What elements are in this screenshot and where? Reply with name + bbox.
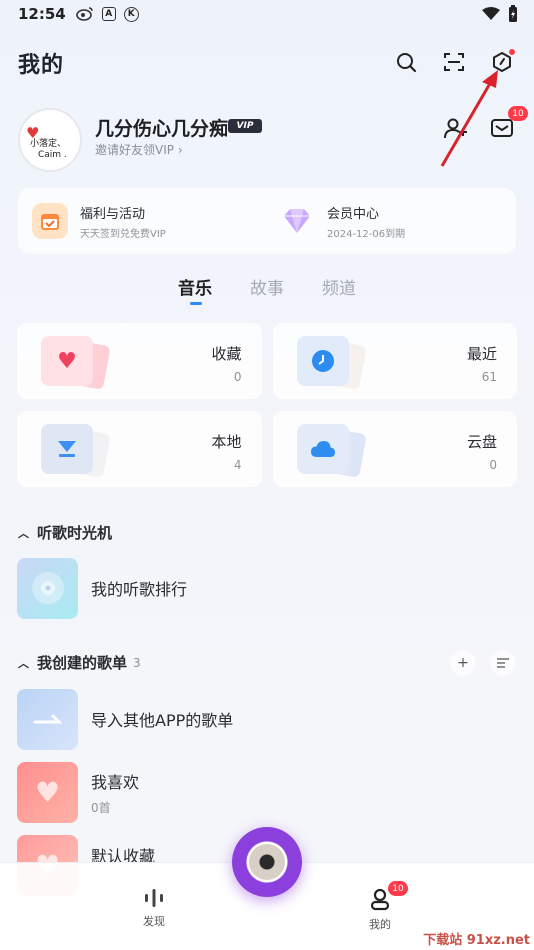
- status-time: 12:54: [18, 5, 66, 23]
- add-playlist-button[interactable]: +: [450, 650, 476, 676]
- app-k-icon: K: [123, 6, 139, 22]
- nav-mine[interactable]: 10 我的: [350, 881, 410, 932]
- playlists-title: 我创建的歌单: [37, 654, 128, 672]
- chevron-up-icon: ︿: [18, 656, 29, 670]
- tab-stories[interactable]: 故事: [250, 274, 284, 299]
- app-a-icon: A: [101, 7, 116, 21]
- import-icon: [17, 688, 78, 750]
- avatar-text-1: 小落定、: [30, 139, 67, 149]
- promo-vip-title: 会员中心: [327, 206, 380, 222]
- calendar-icon: [32, 203, 68, 239]
- time-machine-header[interactable]: ︿ 听歌时光机: [18, 522, 112, 543]
- playlist-row-liked[interactable]: ♥ 我喜欢 0首: [17, 761, 517, 823]
- library-label: 云盘: [466, 433, 497, 451]
- settings-red-dot: [509, 49, 515, 55]
- promo-vip-center[interactable]: 会员中心 2024-12-06到期: [269, 188, 516, 254]
- nav-discover-label: 发现: [143, 915, 165, 928]
- promo-welfare[interactable]: 福利与活动 天天签到兑免费VIP: [18, 188, 269, 254]
- library-label: 最近: [466, 345, 497, 363]
- download-icon: [41, 424, 93, 474]
- content-tabs: 音乐 故事 频道: [0, 274, 534, 305]
- vip-badge[interactable]: VIP: [228, 119, 262, 133]
- invite-link[interactable]: 邀请好友领VIP ›: [95, 141, 183, 158]
- playlist-manage-icon[interactable]: [490, 650, 516, 676]
- promo-welfare-subtitle: 天天签到兑免费VIP: [80, 228, 166, 240]
- chevron-up-icon: ︿: [18, 526, 29, 540]
- promo-card: 福利与活动 天天签到兑免费VIP 会员中心 2024-12-06到期: [18, 188, 516, 254]
- listening-ranking-title: 我的听歌排行: [91, 580, 188, 599]
- discover-icon: [145, 889, 163, 907]
- search-icon[interactable]: [392, 48, 420, 76]
- library-label: 本地: [211, 433, 242, 451]
- playlist-actions: +: [450, 650, 516, 676]
- nav-discover[interactable]: 发现: [124, 887, 184, 929]
- page-title: 我的: [18, 53, 65, 78]
- avatar[interactable]: ♥ 小落定、 Caim .: [18, 108, 82, 172]
- promo-vip-subtitle: 2024-12-06到期: [327, 228, 406, 240]
- library-count: 4: [233, 458, 242, 472]
- heart-icon: ♥: [17, 761, 78, 823]
- listening-ranking-row[interactable]: 我的听歌排行: [17, 557, 517, 619]
- playlist-row-import[interactable]: 导入其他APP的歌单: [17, 688, 517, 750]
- library-count: 0: [489, 458, 497, 472]
- mine-badge: 10: [388, 881, 408, 896]
- now-playing-disc[interactable]: [232, 827, 302, 897]
- library-local[interactable]: 本地 4: [17, 411, 262, 487]
- watermark: 下载站 91xz.net: [423, 933, 530, 948]
- mine-icon: 10: [368, 881, 408, 914]
- nav-mine-label: 我的: [369, 918, 391, 931]
- time-machine-title: 听歌时光机: [37, 524, 113, 542]
- tab-channels[interactable]: 频道: [322, 274, 356, 299]
- weibo-icon: [75, 7, 94, 21]
- playlists-count: 3: [133, 655, 141, 670]
- wifi-icon: [482, 7, 500, 25]
- playlist-subtitle: 0首: [91, 800, 111, 815]
- clock-icon: [297, 336, 349, 386]
- bottom-nav: 发现 10 我的 下载站 91xz.net: [0, 827, 534, 950]
- library-cloud[interactable]: 云盘 0: [272, 411, 517, 487]
- mail-badge: 10: [508, 106, 528, 121]
- vinyl-icon: [17, 557, 78, 619]
- avatar-text-2: Caim .: [38, 150, 67, 160]
- annotation-arrow: [440, 70, 498, 167]
- invite-text: 邀请好友领VIP: [95, 143, 174, 157]
- album-cover: [249, 844, 285, 880]
- library-favorites[interactable]: ♥ 收藏 0: [17, 323, 262, 399]
- diamond-icon: [279, 203, 315, 239]
- library-count: 61: [481, 370, 497, 384]
- playlist-title: 我喜欢: [91, 772, 140, 792]
- library-count: 0: [233, 370, 242, 384]
- cloud-icon: [297, 424, 349, 474]
- library-recent[interactable]: 最近 61: [272, 323, 517, 399]
- promo-welfare-title: 福利与活动: [80, 206, 146, 222]
- tab-music[interactable]: 音乐: [178, 274, 212, 305]
- playlist-title: 导入其他APP的歌单: [91, 711, 234, 730]
- username[interactable]: 几分伤心几分痴: [95, 114, 228, 141]
- heart-icon: ♥: [57, 348, 77, 374]
- playlists-header[interactable]: ︿ 我创建的歌单 3: [18, 652, 141, 673]
- battery-icon: [508, 5, 518, 27]
- library-label: 收藏: [211, 345, 242, 363]
- status-bar: 12:54 A K: [0, 0, 534, 28]
- library-grid: ♥ 收藏 0 最近 61 本地 4 云盘 0: [17, 323, 517, 487]
